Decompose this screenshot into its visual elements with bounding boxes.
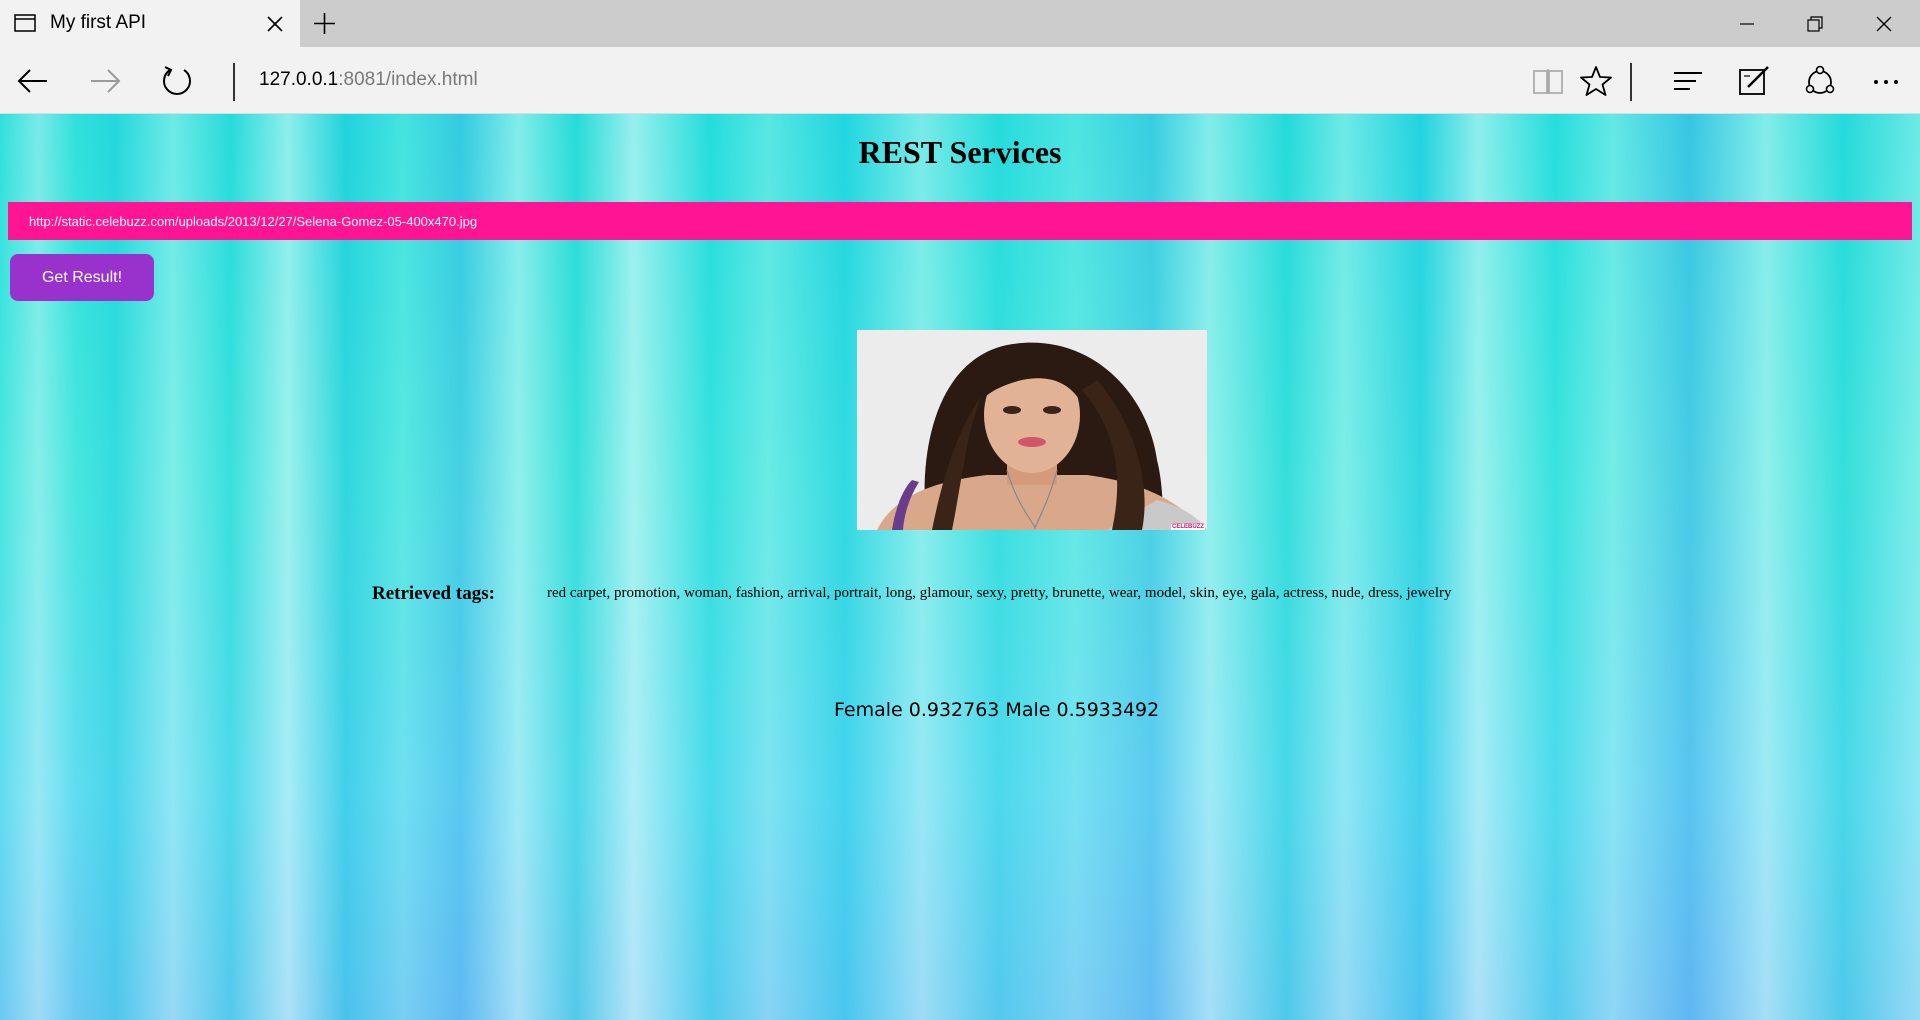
tab-title: My first API [50, 12, 147, 33]
result-photo: CELEBUZZ [857, 330, 1207, 530]
minimize-icon[interactable] [1713, 0, 1781, 47]
address-field[interactable]: 127.0.0.1:8081/index.html [259, 69, 478, 91]
back-arrow-icon[interactable] [13, 61, 53, 101]
tab-strip: My first API [0, 0, 1920, 47]
page-title: REST Services [858, 134, 1062, 170]
more-icon[interactable] [1866, 61, 1906, 101]
photo-watermark: CELEBUZZ [1171, 524, 1205, 530]
share-icon[interactable] [1800, 61, 1840, 101]
tab-my-first-api[interactable]: My first API [0, 0, 300, 47]
page-content: REST Services Get Result! [0, 114, 1920, 1020]
address-path: :8081/index.html [338, 69, 478, 90]
gender-result: Female 0.932763 Male 0.5933492 [834, 699, 1160, 721]
plus-icon[interactable] [312, 11, 337, 36]
toolbar-separator [1630, 63, 1632, 101]
navigation-bar: 127.0.0.1:8081/index.html [0, 47, 1920, 114]
reading-view-icon[interactable] [1528, 61, 1568, 101]
close-window-icon[interactable] [1850, 0, 1918, 47]
restore-icon[interactable] [1781, 0, 1849, 47]
image-url-input[interactable] [8, 202, 1912, 240]
address-separator [233, 63, 235, 101]
page-icon [14, 14, 36, 32]
web-note-icon[interactable] [1734, 61, 1774, 101]
refresh-icon[interactable] [157, 61, 197, 101]
get-result-button[interactable]: Get Result! [10, 254, 154, 301]
close-icon[interactable] [264, 13, 286, 35]
browser-window: My first API 127.0.0.1:8081/index.html R… [0, 0, 1920, 1020]
tags-label: Retrieved tags: [372, 583, 495, 604]
forward-arrow-icon[interactable] [85, 61, 125, 101]
address-host: 127.0.0.1 [259, 69, 339, 90]
star-icon[interactable] [1576, 61, 1616, 101]
tags-value: red carpet, promotion, woman, fashion, a… [547, 585, 1452, 601]
hub-icon[interactable] [1668, 61, 1708, 101]
